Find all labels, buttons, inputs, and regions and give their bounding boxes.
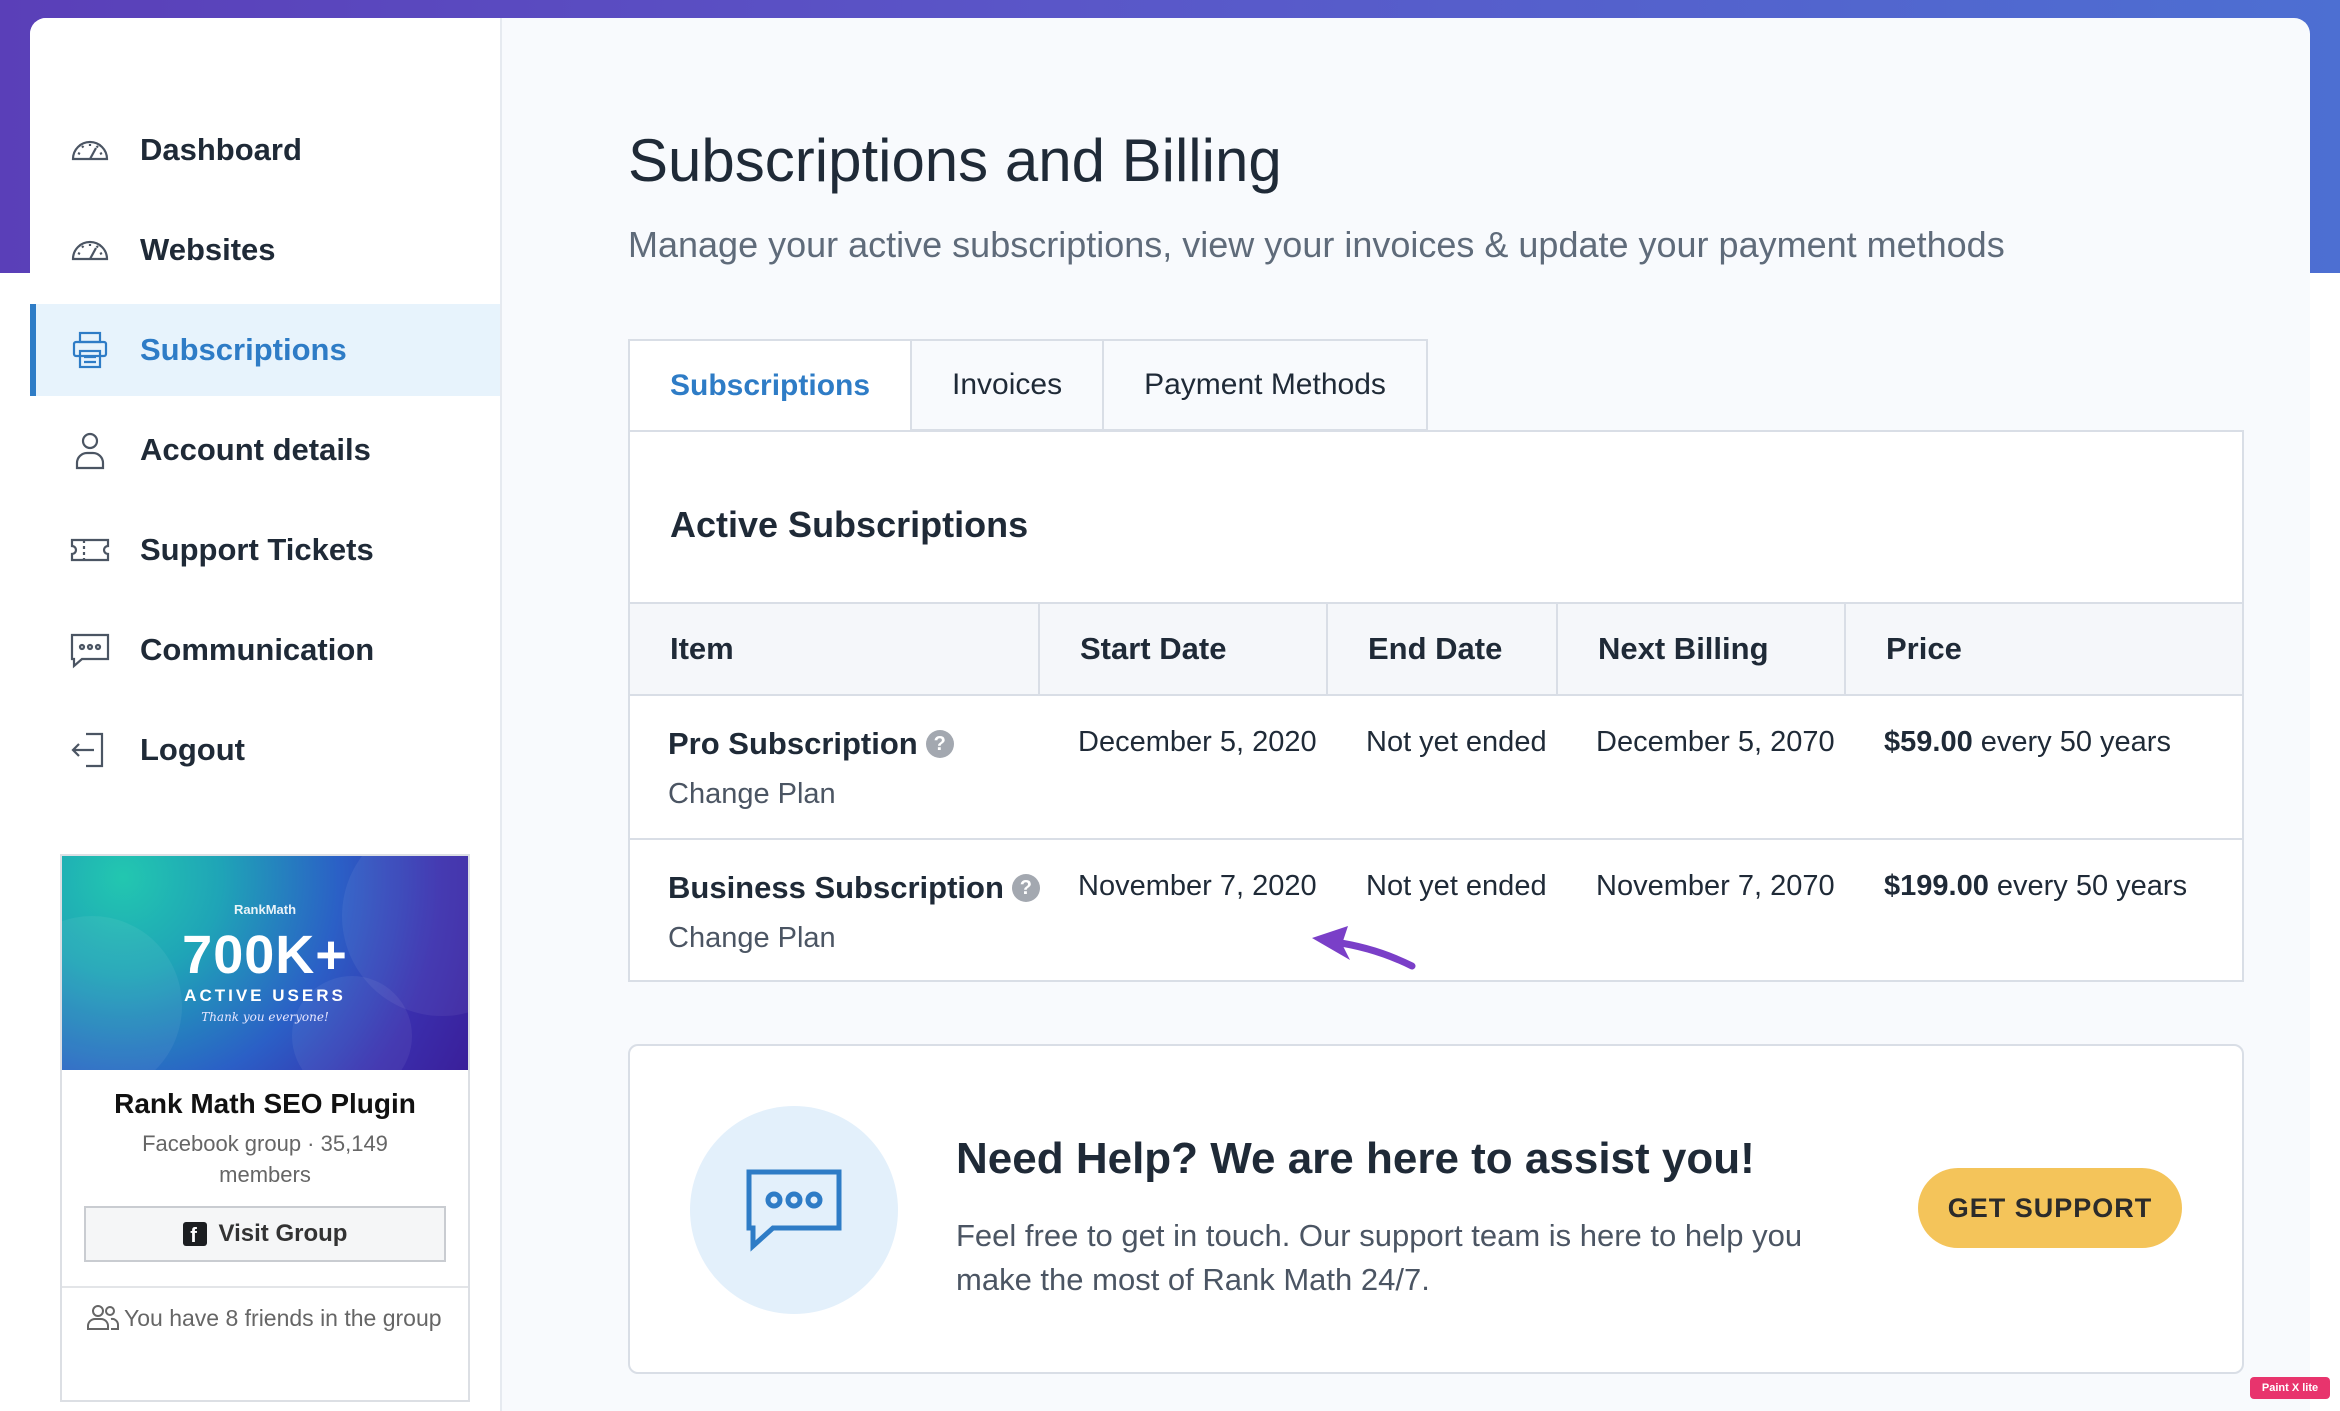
item-name: Pro Subscription: [668, 726, 918, 761]
facebook-group-meta: Facebook group · 35,149 members: [142, 1131, 388, 1187]
tab-payment-methods[interactable]: Payment Methods: [1102, 339, 1428, 431]
banner-headline: 700K+: [182, 925, 348, 985]
sidebar-item-communication[interactable]: Communication: [30, 604, 500, 696]
chat-bubble-icon: [746, 1169, 842, 1252]
help-panel: Need Help? We are here to assist you! Fe…: [628, 1044, 2244, 1374]
sidebar-item-subscriptions[interactable]: Subscriptions: [30, 304, 500, 396]
friends-icon: [87, 1305, 120, 1330]
item-name: Business Subscription: [668, 870, 1004, 905]
change-plan-link[interactable]: Change Plan: [668, 922, 1040, 955]
cell-next-billing: November 7, 2070: [1596, 870, 1835, 902]
cell-item: Business Subscription? Change Plan: [630, 840, 1040, 984]
sidebar-item-label: Websites: [140, 232, 276, 267]
change-plan-link[interactable]: Change Plan: [668, 778, 1040, 811]
column-header-price: Price: [1886, 631, 1962, 666]
page-subtitle: Manage your active subscriptions, view y…: [628, 224, 2005, 265]
help-title: Need Help? We are here to assist you!: [956, 1134, 1755, 1183]
sidebar-item-label: Communication: [140, 632, 375, 667]
app-watermark: Paint X lite: [2250, 1377, 2330, 1399]
column-header-start-date: Start Date: [1040, 604, 1328, 694]
sidebar-item-support-tickets[interactable]: Support Tickets: [30, 504, 500, 596]
column-header-end-date: End Date: [1328, 604, 1558, 694]
cell-next-billing: December 5, 2070: [1596, 726, 1835, 758]
ticket-icon: [68, 528, 112, 572]
annotation-arrow-icon: [1312, 926, 1416, 970]
sidebar-item-label: Account details: [140, 432, 371, 467]
friends-text: You have 8 friends in the group: [124, 1305, 442, 1331]
tab-subscriptions[interactable]: Subscriptions: [628, 339, 911, 433]
sidebar-item-logout[interactable]: Logout: [30, 704, 500, 796]
help-text: Feel free to get in touch. Our support t…: [956, 1218, 1803, 1297]
table-row: Business Subscription? Change Plan Novem…: [630, 840, 2242, 984]
cell-start-date: December 5, 2020: [1078, 726, 1317, 758]
chat-icon: [68, 628, 112, 672]
sidebar-item-label: Logout: [140, 732, 246, 767]
printer-icon: [68, 328, 112, 372]
sidebar-item-dashboard[interactable]: Dashboard: [30, 104, 500, 196]
subscriptions-table: Item Start Date End Date Next Billing Pr…: [630, 602, 2242, 984]
price-amount: $59.00: [1884, 726, 1973, 758]
billing-tabs: Subscriptions Invoices Payment Methods: [628, 339, 1428, 433]
facebook-icon: f: [182, 1222, 207, 1246]
main-content: Subscriptions and Billing Manage your ac…: [502, 18, 2310, 1411]
banner-subheadline: ACTIVE USERS: [184, 986, 346, 1005]
gauge-icon: [68, 128, 112, 172]
sidebar-item-websites[interactable]: Websites: [30, 204, 500, 296]
facebook-group-name[interactable]: Rank Math SEO Plugin: [62, 1088, 468, 1120]
column-header-next-billing: Next Billing: [1558, 604, 1846, 694]
help-icon[interactable]: ?: [1011, 874, 1040, 902]
user-icon: [68, 428, 112, 472]
cell-start-date: November 7, 2020: [1078, 870, 1317, 902]
table-header: Item Start Date End Date Next Billing Pr…: [630, 602, 2242, 696]
visit-group-label: Visit Group: [218, 1220, 348, 1247]
price-amount: $199.00: [1884, 870, 1989, 902]
cell-end-date: Not yet ended: [1366, 726, 1547, 758]
section-title: Active Subscriptions: [670, 504, 1029, 545]
sidebar-item-account-details[interactable]: Account details: [30, 404, 500, 496]
subscriptions-panel: Active Subscriptions Item Start Date End…: [628, 430, 2244, 982]
tab-invoices[interactable]: Invoices: [910, 339, 1103, 431]
app-panel: Dashboard Websites Subscriptions Account…: [30, 18, 2310, 1411]
cell-item: Pro Subscription? Change Plan: [630, 696, 1040, 838]
get-support-button[interactable]: GET SUPPORT: [1918, 1168, 2182, 1248]
price-period: every 50 years: [1996, 870, 2188, 902]
sidebar-item-label: Dashboard: [140, 132, 302, 167]
cell-price: $199.00 every 50 years: [1846, 840, 2242, 984]
sidebar-item-label: Support Tickets: [140, 532, 374, 567]
banner-tagline: Thank you everyone!: [201, 1010, 329, 1024]
column-header-item: Item: [630, 604, 1040, 694]
sidebar-item-label: Subscriptions: [140, 332, 347, 367]
cell-price: $59.00 every 50 years: [1846, 696, 2242, 838]
logout-icon: [68, 728, 112, 772]
facebook-group-banner[interactable]: RankMath 700K+ ACTIVE USERS Thank you ev…: [62, 856, 468, 1070]
gauge-icon: [68, 228, 112, 272]
help-icon[interactable]: ?: [925, 730, 954, 758]
visit-group-button[interactable]: f Visit Group: [84, 1206, 446, 1262]
friends-info: You have 8 friends in the group: [62, 1288, 468, 1334]
facebook-group-widget: RankMath 700K+ ACTIVE USERS Thank you ev…: [60, 854, 470, 1402]
banner-brand: RankMath: [233, 902, 297, 917]
help-illustration: [690, 1106, 898, 1314]
price-period: every 50 years: [1980, 726, 2171, 758]
sidebar: Dashboard Websites Subscriptions Account…: [30, 18, 502, 1411]
table-row: Pro Subscription? Change Plan December 5…: [630, 696, 2242, 840]
page-title: Subscriptions and Billing: [628, 127, 1282, 194]
sidebar-nav: Dashboard Websites Subscriptions Account…: [30, 104, 500, 804]
